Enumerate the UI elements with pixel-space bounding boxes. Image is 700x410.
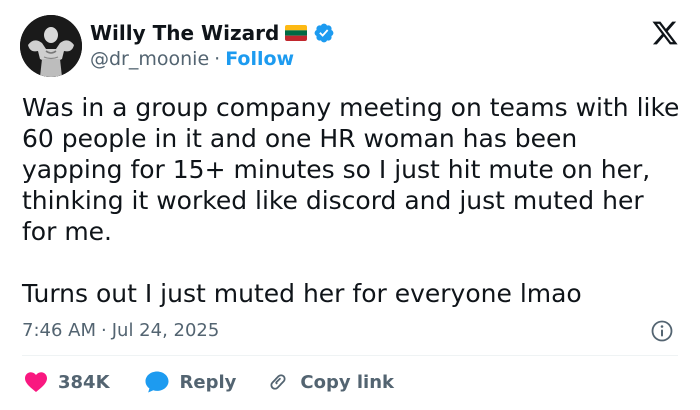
avatar-image — [20, 15, 82, 77]
reply-bubble-icon — [144, 370, 170, 394]
copy-link-label: Copy link — [300, 371, 394, 393]
avatar[interactable] — [20, 15, 82, 77]
author-handle[interactable]: @dr_moonie — [90, 48, 209, 70]
reply-button[interactable]: Reply — [144, 370, 237, 394]
x-logo-icon[interactable] — [650, 19, 680, 47]
embedded-tweet-card: Willy The Wizard @dr_moonie · Follow Was… — [0, 0, 700, 410]
handle-separator: · — [214, 48, 221, 70]
like-button[interactable]: 384K — [24, 371, 110, 393]
author-handle-row: @dr_moonie · Follow — [90, 46, 294, 72]
copy-link-button[interactable]: Copy link — [266, 370, 394, 394]
author-display-name[interactable]: Willy The Wizard — [90, 21, 279, 45]
tweet-date: Jul 24, 2025 — [111, 319, 220, 341]
timestamp-separator: · — [101, 319, 107, 341]
tweet-timestamp[interactable]: 7:46 AM · Jul 24, 2025 — [22, 316, 219, 344]
tweet-time: 7:46 AM — [22, 319, 96, 341]
divider — [22, 355, 678, 356]
tweet-actions: 384K Reply Copy link — [24, 366, 394, 398]
lithuania-flag-icon — [285, 25, 308, 41]
info-icon[interactable] — [650, 319, 674, 343]
like-count: 384K — [58, 371, 110, 393]
heart-icon — [24, 371, 48, 393]
link-icon — [266, 370, 290, 394]
tweet-text: Was in a group company meeting on teams … — [22, 93, 680, 308]
reply-label: Reply — [179, 371, 237, 393]
follow-button[interactable]: Follow — [225, 48, 294, 70]
verified-badge-icon — [313, 22, 335, 44]
author-name-row: Willy The Wizard — [90, 20, 335, 46]
